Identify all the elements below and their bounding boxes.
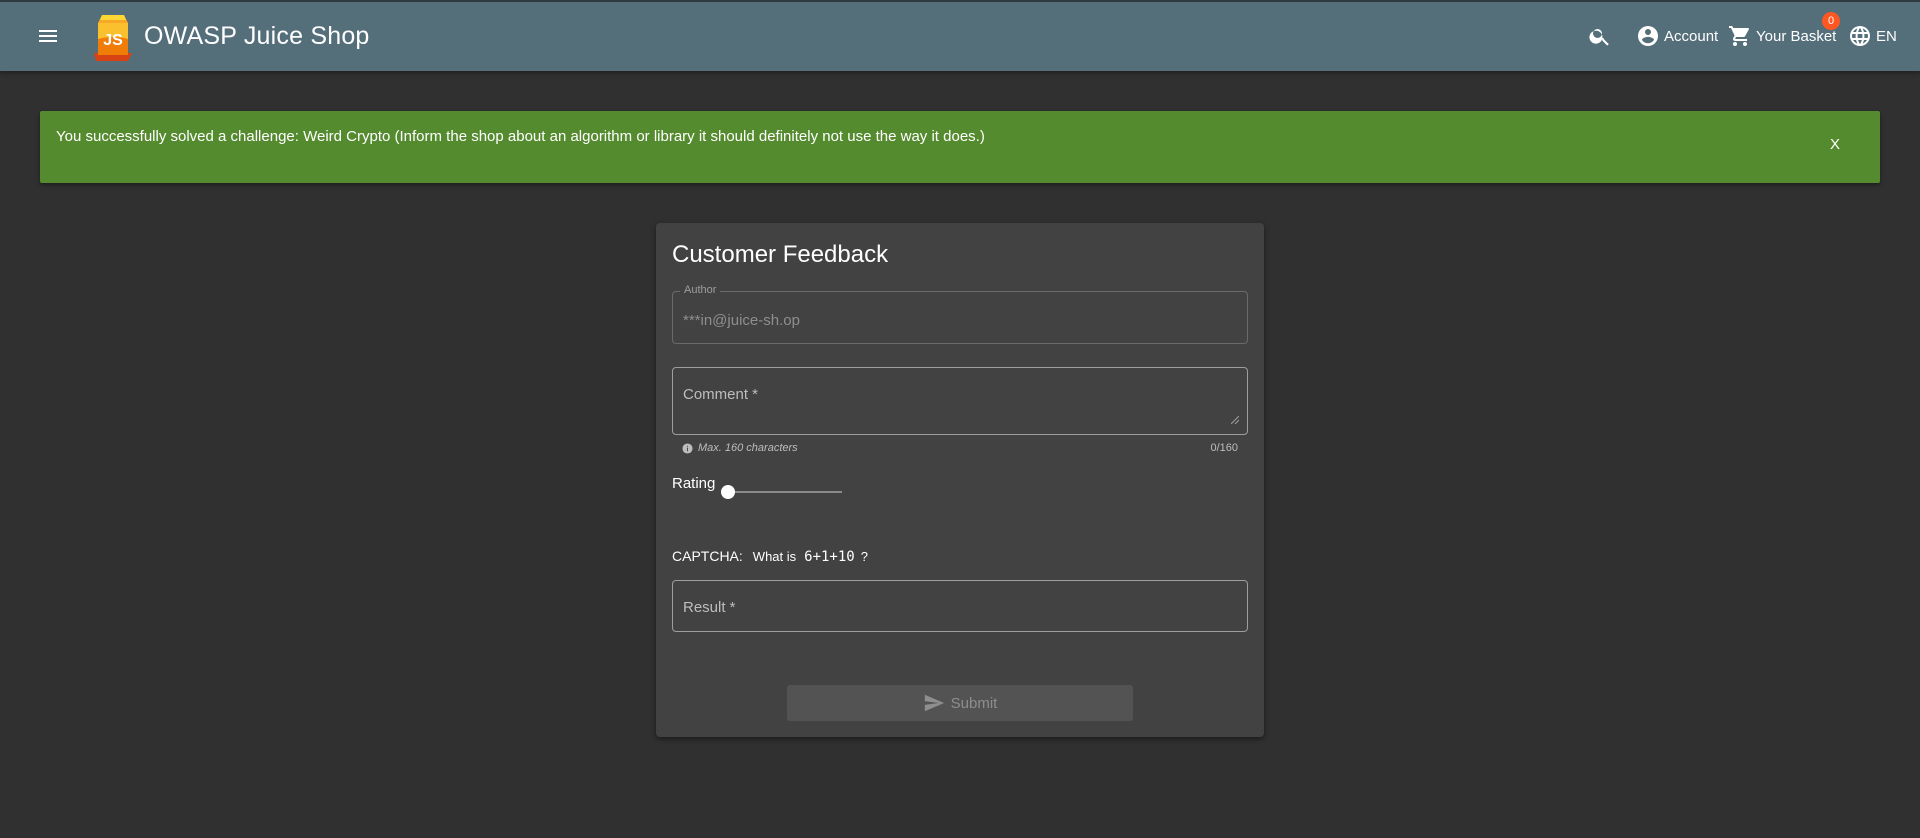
search-icon bbox=[1589, 29, 1609, 46]
captcha-label: CAPTCHA: bbox=[672, 548, 743, 564]
menu-icon bbox=[39, 30, 57, 42]
search-button[interactable] bbox=[1588, 24, 1612, 48]
rating-slider[interactable] bbox=[721, 485, 842, 499]
snackbar-message: You successfully solved a challenge: Wei… bbox=[56, 128, 985, 145]
comment-placeholder: Comment * bbox=[683, 386, 759, 403]
captcha-result-input[interactable]: Result * bbox=[672, 580, 1248, 632]
account-label: Account bbox=[1664, 27, 1719, 45]
rating-slider-track bbox=[722, 491, 842, 493]
shopping-cart-icon bbox=[1729, 26, 1749, 46]
resize-handle-icon[interactable] bbox=[1231, 416, 1239, 424]
author-label: Author bbox=[680, 284, 721, 296]
challenge-solved-snackbar: You successfully solved a challenge: Wei… bbox=[40, 111, 1880, 183]
result-placeholder: Result * bbox=[683, 599, 736, 616]
juice-shop-logo-icon: JS bbox=[94, 15, 132, 61]
rating-slider-thumb[interactable] bbox=[721, 485, 735, 499]
captcha-expression: 6+1+10 bbox=[804, 549, 855, 565]
submit-label: Submit bbox=[950, 694, 998, 712]
page-title: Customer Feedback bbox=[672, 241, 889, 268]
comment-char-count: 0/160 bbox=[1210, 442, 1238, 454]
author-value: ***in@juice-sh.op bbox=[683, 312, 800, 329]
basket-count-badge: 0 bbox=[1822, 12, 1840, 30]
captcha-question-mark: ? bbox=[860, 549, 868, 564]
feedback-card: Customer Feedback Author ***in@juice-sh.… bbox=[656, 223, 1264, 737]
menu-button[interactable] bbox=[32, 20, 64, 52]
language-globe-icon bbox=[1850, 26, 1870, 46]
comment-textarea[interactable]: Comment * bbox=[672, 367, 1248, 435]
account-button[interactable]: Account bbox=[1636, 24, 1718, 48]
info-icon bbox=[682, 443, 693, 454]
captcha-row: CAPTCHA: What is 6+1+10 ? bbox=[672, 548, 868, 565]
app-title: OWASP Juice Shop bbox=[144, 21, 370, 50]
snackbar-close-button[interactable]: X bbox=[1830, 136, 1840, 153]
author-field: Author ***in@juice-sh.op bbox=[672, 284, 1248, 344]
svg-text:JS: JS bbox=[103, 32, 123, 49]
captcha-question: What is bbox=[752, 549, 797, 564]
basket-button[interactable]: Your Basket bbox=[1728, 24, 1836, 48]
account-circle-icon bbox=[1638, 26, 1658, 46]
top-toolbar: JS OWASP Juice Shop Account Your Basket … bbox=[0, 0, 1920, 71]
submit-button[interactable]: Submit bbox=[787, 685, 1133, 721]
basket-label: Your Basket bbox=[1756, 27, 1837, 45]
comment-hint: Max. 160 characters bbox=[698, 442, 798, 454]
rating-label: Rating bbox=[672, 475, 716, 492]
language-button[interactable]: EN bbox=[1848, 24, 1897, 48]
language-label: EN bbox=[1876, 27, 1897, 45]
home-link[interactable]: JS OWASP Juice Shop bbox=[88, 8, 370, 64]
send-icon bbox=[924, 694, 944, 712]
comment-hint-row: Max. 160 characters 0/160 bbox=[682, 442, 1238, 456]
